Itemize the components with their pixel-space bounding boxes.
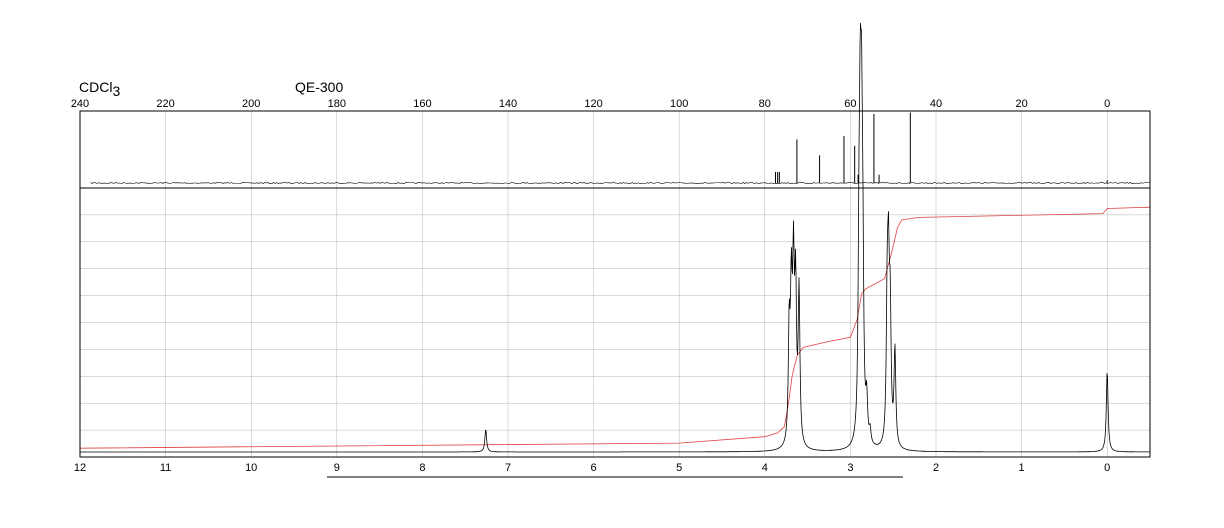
h1-tick-label: 12	[74, 462, 86, 474]
h1-integral-curve	[79, 206, 1151, 449]
h1-spectrum-panel	[79, 22, 1151, 458]
h1-tick-label: 3	[847, 462, 853, 474]
solvent-main: CDCl	[79, 79, 112, 95]
c13-panel-frame	[79, 110, 1151, 189]
c13-tick-label: 220	[156, 98, 174, 110]
c13-tick-label: 160	[413, 98, 431, 110]
c13-tick-label: 140	[499, 98, 517, 110]
h1-tick-label: 5	[676, 462, 682, 474]
c13-spectrum-panel	[90, 111, 1150, 188]
c13-tick-label: 80	[759, 98, 771, 110]
h1-spectrum-trace	[80, 22, 1150, 453]
h1-tick-label: 4	[762, 462, 768, 474]
h1-tick-label: 8	[419, 462, 425, 474]
nmr-spectrum-figure: CDCl3 QE-300 240 220 200 180 160 140 120 100 80 6…	[71, 22, 1151, 478]
c13-tick-label: 60	[844, 98, 856, 110]
h1-tick-label: 6	[591, 462, 597, 474]
solvent-subscript: 3	[112, 83, 120, 99]
c13-tick-label: 20	[1015, 98, 1027, 110]
h1-tick-label: 0	[1104, 462, 1110, 474]
h1-grid	[79, 188, 1150, 458]
h1-tick-label: 9	[334, 462, 340, 474]
h1-tick-label: 1	[1019, 462, 1025, 474]
c13-tick-label: 100	[670, 98, 688, 110]
c13-tick-label: 240	[71, 98, 89, 110]
c13-tick-label: 200	[242, 98, 260, 110]
c13-tick-label: 40	[930, 98, 942, 110]
c13-tick-label: 120	[584, 98, 602, 110]
solvent-label: CDCl3	[79, 79, 120, 99]
h1-tick-label: 11	[160, 462, 171, 474]
c13-grid	[165, 111, 1108, 188]
instrument-label: QE-300	[295, 79, 343, 95]
c13-peaks	[775, 112, 1108, 183]
c13-tick-label: 180	[328, 98, 346, 110]
h1-tick-label: 7	[505, 462, 511, 474]
h1-tick-label: 2	[933, 462, 939, 474]
c13-tick-label: 0	[1104, 98, 1110, 110]
c13-noise-baseline	[90, 182, 1150, 184]
h1-tick-labels: 12 11 10 9 8 7 6 5 4 3 2 1 0	[74, 462, 1110, 474]
h1-tick-label: 10	[245, 462, 257, 474]
c13-tick-labels: 240 220 200 180 160 140 120 100 80 60 40 20 0	[71, 98, 1110, 110]
